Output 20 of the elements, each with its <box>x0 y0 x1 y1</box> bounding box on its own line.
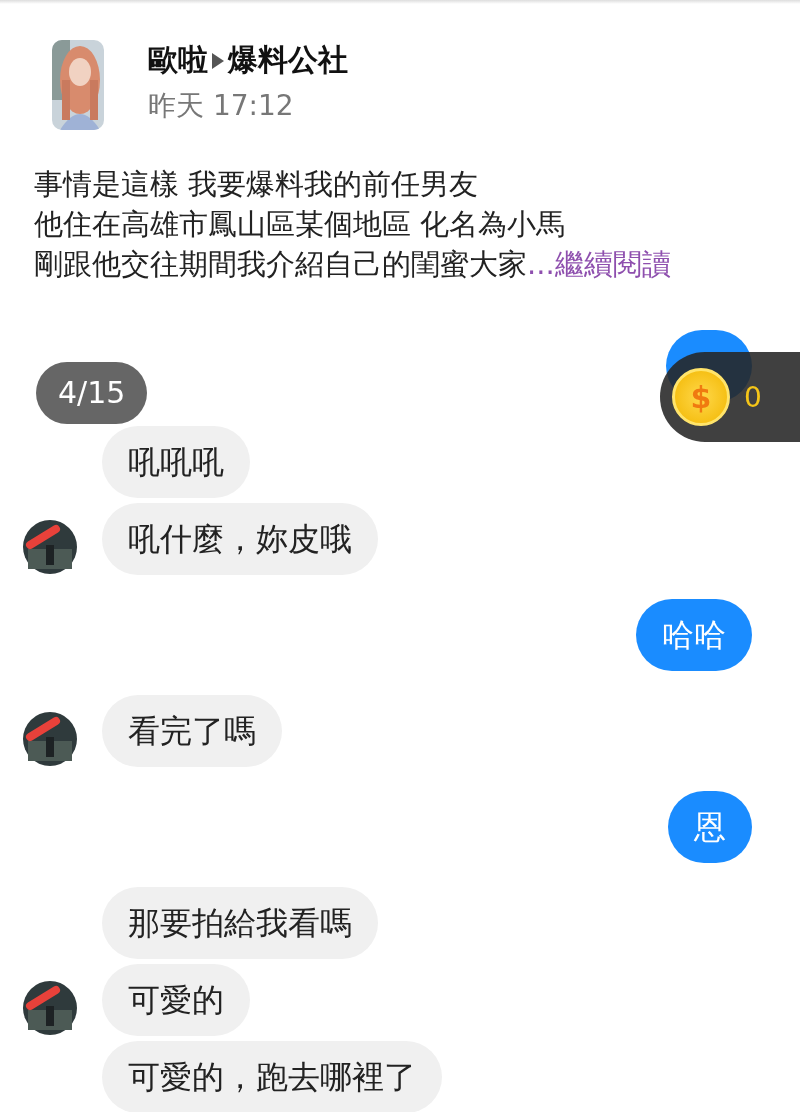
coin-count: 0 <box>744 380 762 414</box>
coin-panel[interactable]: $ 0 <box>660 352 800 442</box>
post-time: 昨天 17:12 <box>148 88 295 124</box>
message-bubble: 可愛的，跑去哪裡了 <box>102 1041 442 1112</box>
message-bubble: 那要拍給我看嗎 <box>102 887 378 959</box>
message-bubble: 吼吼吼 <box>102 426 250 498</box>
read-more-link[interactable]: ...繼續閱讀 <box>527 247 671 281</box>
message-bubble: 哈哈 <box>636 599 752 671</box>
group-name[interactable]: 爆料公社 <box>228 40 348 81</box>
post-text: 事情是這樣 我要爆料我的前任男友 <box>34 167 479 201</box>
message-bubble: 可愛的 <box>102 964 250 1036</box>
page-counter: 4/15 <box>36 362 148 424</box>
post-text: 他住在高雄市鳳山區某個地區 化名為小馬 <box>34 207 566 241</box>
message-bubble: 吼什麼，妳皮哦 <box>102 503 378 575</box>
author-name[interactable]: 歐啦 <box>148 40 208 81</box>
message-bubble: 看完了嗎 <box>102 695 282 767</box>
coin-icon: $ <box>672 368 730 426</box>
play-arrow-icon <box>212 52 224 69</box>
message-bubble: 恩 <box>668 791 752 863</box>
post-text: 剛跟他交往期間我介紹自己的閨蜜大家 <box>34 247 527 281</box>
